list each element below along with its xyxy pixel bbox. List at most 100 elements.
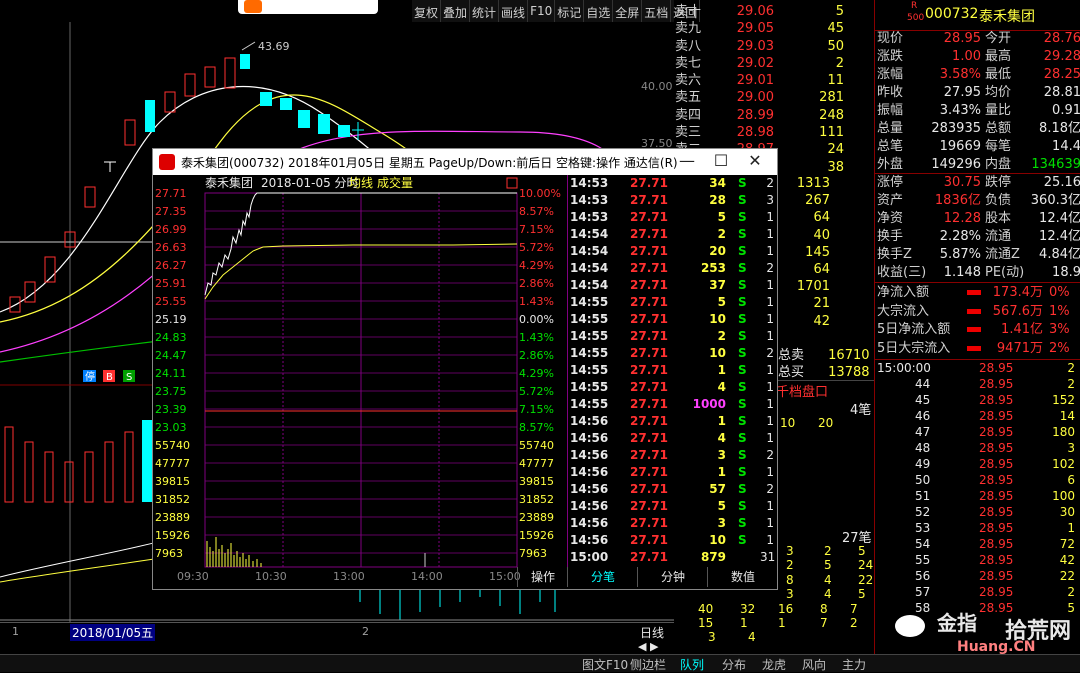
popup-tick-row[interactable]: 14:55 27.71 10 S 1 <box>568 311 776 328</box>
ask-row[interactable]: 卖九 29.05 45 <box>675 20 873 37</box>
bottom-tab[interactable]: 图文F10 <box>582 656 628 673</box>
toolbar-item[interactable]: 全屏 <box>613 0 643 22</box>
tick-row[interactable]: 46 28.95 14 <box>875 408 1080 424</box>
ask-row[interactable]: 卖六 29.01 11 <box>675 72 873 89</box>
bottom-tab[interactable]: 侧边栏 <box>630 656 666 673</box>
popup-tab[interactable]: 分钟 <box>637 567 708 587</box>
tick-row[interactable]: 55 28.95 42 <box>875 552 1080 568</box>
popup-tick-row[interactable]: 14:53 27.71 28 S 3 <box>568 192 776 209</box>
popup-tick-row[interactable]: 14:56 27.71 3 S 2 <box>568 447 776 464</box>
marker-s: S <box>126 372 132 383</box>
qiandang-header[interactable]: 千档盘口 <box>776 380 874 400</box>
popup-tick-row[interactable]: 14:56 27.71 10 S 1 <box>568 532 776 549</box>
toolbar-item[interactable]: 自选 <box>584 0 614 22</box>
popup-tick-row[interactable]: 14:55 27.71 1000 S 1 <box>568 396 776 413</box>
popup-tab[interactable]: 操作 <box>517 567 568 587</box>
bottom-tab[interactable]: 队列 <box>680 656 704 673</box>
popup-tick-row[interactable]: 14:56 27.71 1 S 1 <box>568 413 776 430</box>
bottom-tab[interactable]: 龙虎 <box>762 656 786 673</box>
popup-tab[interactable]: 数值 <box>707 567 778 587</box>
popup-titlebar[interactable]: 泰禾集团(000732) 2018年01月05日 星期五 PageUp/Down… <box>153 149 777 175</box>
ask-row[interactable]: 卖三 28.98 111 <box>675 124 873 141</box>
popup-tick-row[interactable]: 14:55 27.71 5 S 1 <box>568 294 776 311</box>
toolbar-item[interactable]: 统计 <box>470 0 500 22</box>
tick-side: S <box>738 193 747 207</box>
tick-row[interactable]: 48 28.95 3 <box>875 440 1080 456</box>
tick-price: 28.95 <box>979 457 1014 471</box>
popup-tick-row[interactable]: 14:55 27.71 10 S 2 <box>568 345 776 362</box>
tick-row[interactable]: 15:00:00 28.95 2 <box>875 360 1080 376</box>
ask-row[interactable]: 卖十 29.06 5 <box>675 3 873 20</box>
popup-tick-row[interactable]: 14:53 27.71 34 S 2 <box>568 175 776 192</box>
tick-row[interactable]: 49 28.95 102 <box>875 456 1080 472</box>
tick-row[interactable]: 54 28.95 72 <box>875 536 1080 552</box>
popup-tick-row[interactable]: 14:55 27.71 4 S 1 <box>568 379 776 396</box>
toolbar-item[interactable]: 复权 <box>412 0 442 22</box>
scroll-left-icon[interactable]: ◀ ▶ <box>638 640 658 653</box>
tick-row[interactable]: 56 28.95 22 <box>875 568 1080 584</box>
ask-row[interactable]: 卖五 29.00 281 <box>675 89 873 106</box>
bottom-tab[interactable]: 风向 <box>802 656 826 673</box>
tab-day-chart[interactable]: 日线 <box>640 624 664 641</box>
grid-cell: 7 <box>850 601 858 616</box>
tick-price: 27.71 <box>630 261 668 275</box>
popup-tick-row[interactable]: 14:53 27.71 5 S 1 <box>568 209 776 226</box>
grid-cell: 8 <box>786 572 794 587</box>
bottom-tab[interactable]: 主力 <box>842 656 866 673</box>
popup-tick-row[interactable]: 14:55 27.71 2 S 1 <box>568 328 776 345</box>
popup-tick-list[interactable]: 14:53 27.71 34 S 2 14:53 27.71 28 S 3 14:53 27.71 5 S… <box>567 175 776 567</box>
ask-row[interactable]: 卖八 29.03 50 <box>675 38 873 55</box>
ask-level: 卖九 <box>675 21 702 37</box>
ask-row[interactable]: 卖七 29.02 2 <box>675 55 873 72</box>
tick-volume: 2 <box>1067 361 1075 375</box>
toolbar-item[interactable]: 叠加 <box>441 0 471 22</box>
intraday-popup-window[interactable]: 泰禾集团(000732) 2018年01月05日 星期五 PageUp/Down… <box>152 148 778 590</box>
close-icon[interactable]: ✕ <box>733 149 777 175</box>
bottom-tab[interactable]: 分布 <box>722 656 746 673</box>
popup-tick-row[interactable]: 14:56 27.71 4 S 1 <box>568 430 776 447</box>
popup-tick-row[interactable]: 14:54 27.71 20 S 1 <box>568 243 776 260</box>
popup-tick-row[interactable]: 15:00 27.71 879 31 <box>568 549 776 566</box>
tick-row[interactable]: 50 28.95 6 <box>875 472 1080 488</box>
popup-tick-row[interactable]: 14:56 27.71 5 S 1 <box>568 498 776 515</box>
tick-row[interactable]: 51 28.95 100 <box>875 488 1080 504</box>
quote-key: 负债 <box>985 193 1012 208</box>
tick-row[interactable]: 45 28.95 152 <box>875 392 1080 408</box>
grid-cell: 4 <box>824 587 832 602</box>
toolbar-item[interactable]: 画线 <box>499 0 529 22</box>
popup-tick-row[interactable]: 14:54 27.71 2 S 1 <box>568 226 776 243</box>
price-label: 25.55 <box>155 295 187 308</box>
ask-row[interactable]: 卖四 28.99 248 <box>675 107 873 124</box>
popup-tab[interactable]: 分笔 <box>567 567 638 587</box>
toolbar-item[interactable]: F10 <box>528 0 556 22</box>
quote-key: 每笔 <box>985 139 1012 154</box>
popup-tick-row[interactable]: 14:54 27.71 37 S 1 <box>568 277 776 294</box>
floating-search-bar[interactable] <box>238 0 378 14</box>
popup-tick-row[interactable]: 14:55 27.71 1 S 1 <box>568 362 776 379</box>
popup-tick-row[interactable]: 14:56 27.71 57 S 2 <box>568 481 776 498</box>
tick-row[interactable]: 47 28.95 180 <box>875 424 1080 440</box>
intraday-chart[interactable]: 27.71 10.00% 27.35 8.57% 26.99 7.15% 26.63 5.72… <box>153 175 567 585</box>
tick-row[interactable]: 44 28.95 2 <box>875 376 1080 392</box>
tick-volume: 37 <box>709 278 726 292</box>
popup-tick-row[interactable]: 14:54 27.71 253 S 2 <box>568 260 776 277</box>
grid-row: 34 <box>698 630 874 644</box>
toolbar-item[interactable]: 标记 <box>555 0 585 22</box>
tick-volume: 1 <box>717 414 726 428</box>
tick-volume: 253 <box>700 261 726 275</box>
tick-count: 31 <box>760 550 776 564</box>
legend-vol: 成交量 <box>377 175 413 190</box>
tick-row[interactable]: 53 28.95 1 <box>875 520 1080 536</box>
toolbar-item[interactable]: 五档 <box>642 0 672 22</box>
tick-row[interactable]: 57 28.95 2 <box>875 584 1080 600</box>
tick-time: 55 <box>915 553 931 567</box>
quote-value: 28.95 <box>943 31 981 46</box>
popup-tick-row[interactable]: 14:56 27.71 1 S 1 <box>568 464 776 481</box>
tick-count: 1 <box>766 227 774 241</box>
grid-row: 40 32 16 8 7 <box>698 602 874 616</box>
tick-price: 27.71 <box>630 516 668 530</box>
quote-row: 振幅 3.43% 量比 0.91 <box>877 102 1080 120</box>
tick-row[interactable]: 52 28.95 30 <box>875 504 1080 520</box>
tick-price: 27.71 <box>630 550 668 564</box>
popup-tick-row[interactable]: 14:56 27.71 3 S 1 <box>568 515 776 532</box>
